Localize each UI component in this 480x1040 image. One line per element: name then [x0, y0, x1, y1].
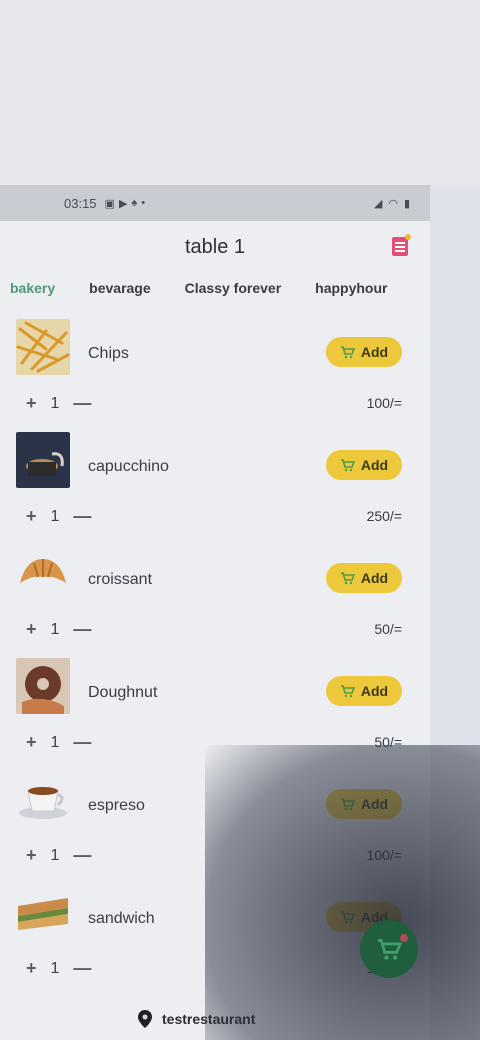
item-name: Doughnut: [88, 684, 158, 701]
minus-icon[interactable]: —: [73, 732, 91, 753]
cart-icon: [377, 939, 402, 960]
cart-fab-button[interactable]: [360, 920, 418, 978]
youtube-icon: ▶: [118, 197, 128, 210]
gallery-icon: ▣: [104, 197, 115, 210]
quantity-stepper: + 1 —: [26, 619, 91, 640]
item-name: sandwich: [88, 910, 155, 927]
receipt-icon[interactable]: [392, 234, 411, 256]
quantity-value: 1: [50, 959, 60, 977]
tab-bakery[interactable]: bakery: [10, 280, 55, 296]
quantity-value: 1: [50, 733, 60, 751]
espreso-image: [16, 771, 70, 827]
add-label: Add: [360, 570, 389, 586]
tab-bevarage[interactable]: bevarage: [89, 280, 150, 296]
more-dot: •: [141, 197, 146, 209]
sandwich-image: [16, 884, 70, 940]
category-tabs: bakery bevarage Classy forever happyhour: [0, 276, 430, 300]
notification-icons: ▣ ▶ ♠ •: [105, 197, 146, 210]
item-price: 100/=: [366, 847, 402, 863]
capucchino-image: [16, 432, 70, 488]
app-bar: table 1: [0, 221, 430, 273]
background-wall: [0, 0, 480, 185]
cart-icon: [340, 911, 355, 924]
croissant-image: [16, 545, 70, 601]
quantity-stepper: + 1 —: [26, 732, 91, 753]
quantity-value: 1: [50, 846, 60, 864]
minus-icon[interactable]: —: [73, 619, 91, 640]
quantity-value: 1: [50, 507, 60, 525]
tab-happyhour[interactable]: happyhour: [315, 280, 387, 296]
item-name: Chips: [88, 345, 129, 362]
page-title: table 1: [184, 235, 246, 258]
list-item: croissant Add + 1 — 50/=: [0, 545, 430, 658]
signal-icon: ◢: [373, 197, 383, 210]
minus-icon[interactable]: —: [73, 506, 91, 527]
item-price: 50/=: [374, 734, 402, 750]
minus-icon[interactable]: —: [73, 845, 91, 866]
quantity-value: 1: [50, 394, 60, 412]
item-name: capucchino: [88, 458, 169, 475]
plus-icon[interactable]: +: [26, 619, 37, 640]
item-name: espreso: [88, 797, 145, 814]
quantity-stepper: + 1 —: [26, 845, 91, 866]
quantity-stepper: + 1 —: [26, 958, 91, 979]
menu-list: Chips Add + 1 — 100/= capucchino Add + 1…: [0, 319, 430, 997]
list-item: Doughnut Add + 1 — 50/=: [0, 658, 430, 771]
minus-icon[interactable]: —: [73, 958, 91, 979]
plus-icon[interactable]: +: [26, 958, 37, 979]
add-button[interactable]: Add: [326, 450, 402, 480]
bell-icon: ♠: [131, 197, 138, 209]
cart-icon: [340, 346, 355, 359]
battery-icon: ▮: [403, 197, 410, 210]
system-icons: ◢ ◠ ▮: [374, 197, 410, 210]
item-price: 250/=: [366, 508, 402, 524]
cart-icon: [340, 459, 355, 472]
add-label: Add: [360, 683, 389, 699]
item-price: 100/=: [366, 395, 402, 411]
add-label: Add: [360, 457, 389, 473]
status-bar: 03:15 ▣ ▶ ♠ • ◢ ◠ ▮: [0, 185, 430, 221]
restaurant-footer: testrestaurant: [138, 1010, 255, 1028]
phone-screen: 03:15 ▣ ▶ ♠ • ◢ ◠ ▮ table 1 bakery bevar…: [0, 185, 430, 1040]
list-item: espreso Add + 1 — 100/=: [0, 771, 430, 884]
item-name: croissant: [88, 571, 153, 588]
add-button[interactable]: Add: [326, 337, 402, 367]
restaurant-name: testrestaurant: [162, 1011, 256, 1027]
plus-icon[interactable]: +: [26, 845, 37, 866]
status-time: 03:15: [64, 195, 97, 211]
add-label: Add: [360, 796, 389, 812]
quantity-stepper: + 1 —: [26, 393, 91, 414]
item-price: 50/=: [374, 621, 402, 637]
cart-badge: [400, 934, 408, 942]
wifi-icon: ◠: [388, 197, 398, 210]
cart-icon: [340, 685, 355, 698]
chips-image: [16, 319, 70, 375]
quantity-stepper: + 1 —: [26, 506, 91, 527]
quantity-value: 1: [50, 620, 60, 638]
plus-icon[interactable]: +: [26, 506, 37, 527]
location-pin-icon: [138, 1010, 152, 1028]
tab-classy-forever[interactable]: Classy forever: [185, 280, 282, 296]
plus-icon[interactable]: +: [26, 732, 37, 753]
list-item: Chips Add + 1 — 100/=: [0, 319, 430, 432]
cart-icon: [340, 572, 355, 585]
doughnut-image: [16, 658, 70, 714]
cart-icon: [340, 798, 355, 811]
minus-icon[interactable]: —: [73, 393, 91, 414]
list-item: capucchino Add + 1 — 250/=: [0, 432, 430, 545]
add-button[interactable]: Add: [326, 789, 402, 819]
add-label: Add: [360, 344, 389, 360]
add-button[interactable]: Add: [326, 676, 402, 706]
add-button[interactable]: Add: [326, 563, 402, 593]
plus-icon[interactable]: +: [26, 393, 37, 414]
